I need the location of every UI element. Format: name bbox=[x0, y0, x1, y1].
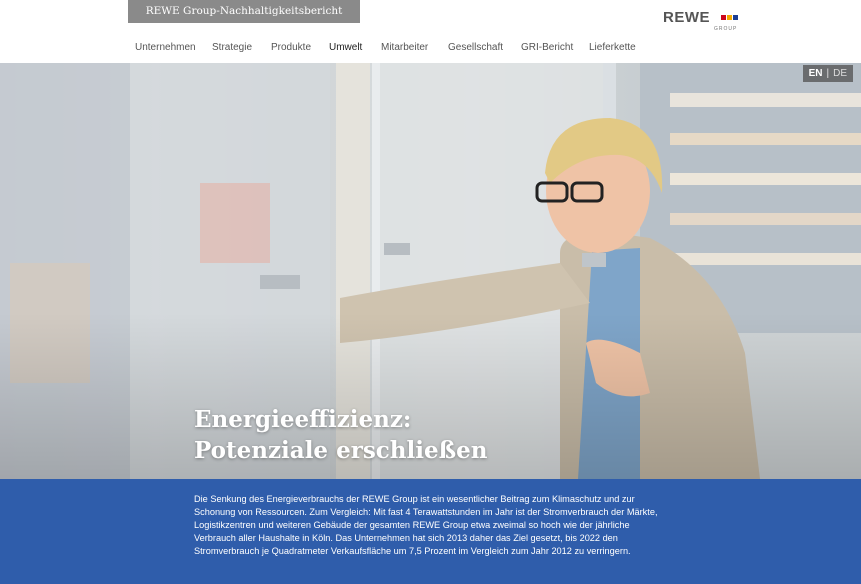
nav-item-umwelt[interactable]: Umwelt bbox=[329, 40, 362, 56]
intro-text: Die Senkung des Energieverbrauchs der RE… bbox=[194, 494, 658, 556]
logo-square-yellow bbox=[727, 15, 732, 20]
lang-en[interactable]: EN bbox=[809, 68, 823, 79]
hero-title-line1: Energieeffizienz: bbox=[194, 406, 412, 433]
hero-title-line2: Potenziale erschließen bbox=[194, 437, 488, 464]
nav-item-lieferkette[interactable]: Lieferkette bbox=[589, 40, 636, 56]
hero-title: Energieeffizienz: Potenziale erschließen bbox=[194, 404, 487, 466]
logo-square-red bbox=[721, 15, 726, 20]
intro-section: Die Senkung des Energieverbrauchs der RE… bbox=[0, 479, 861, 584]
nav-item-gri-bericht[interactable]: GRI-Bericht bbox=[521, 40, 573, 56]
nav-item-gesellschaft[interactable]: Gesellschaft bbox=[448, 40, 503, 56]
language-switcher: EN | DE bbox=[802, 65, 853, 82]
rewe-logo[interactable]: REWE GROUP bbox=[663, 9, 743, 35]
nav-item-produkte[interactable]: Produkte bbox=[271, 40, 311, 56]
nav-item-mitarbeiter[interactable]: Mitarbeiter bbox=[381, 40, 428, 56]
report-title-tab[interactable]: REWE Group-Nachhaltigkeitsbericht 2013/2… bbox=[128, 0, 360, 40]
logo-group-text: GROUP bbox=[714, 26, 738, 32]
logo-square-blue bbox=[733, 15, 738, 20]
lang-separator: | bbox=[826, 68, 830, 79]
nav-item-unternehmen[interactable]: Unternehmen bbox=[135, 40, 196, 56]
nav-item-strategie[interactable]: Strategie bbox=[212, 40, 252, 56]
logo-word: REWE bbox=[663, 9, 710, 26]
main-nav: Unternehmen Strategie Produkte Umwelt Mi… bbox=[0, 40, 861, 58]
lang-de[interactable]: DE bbox=[833, 68, 847, 79]
